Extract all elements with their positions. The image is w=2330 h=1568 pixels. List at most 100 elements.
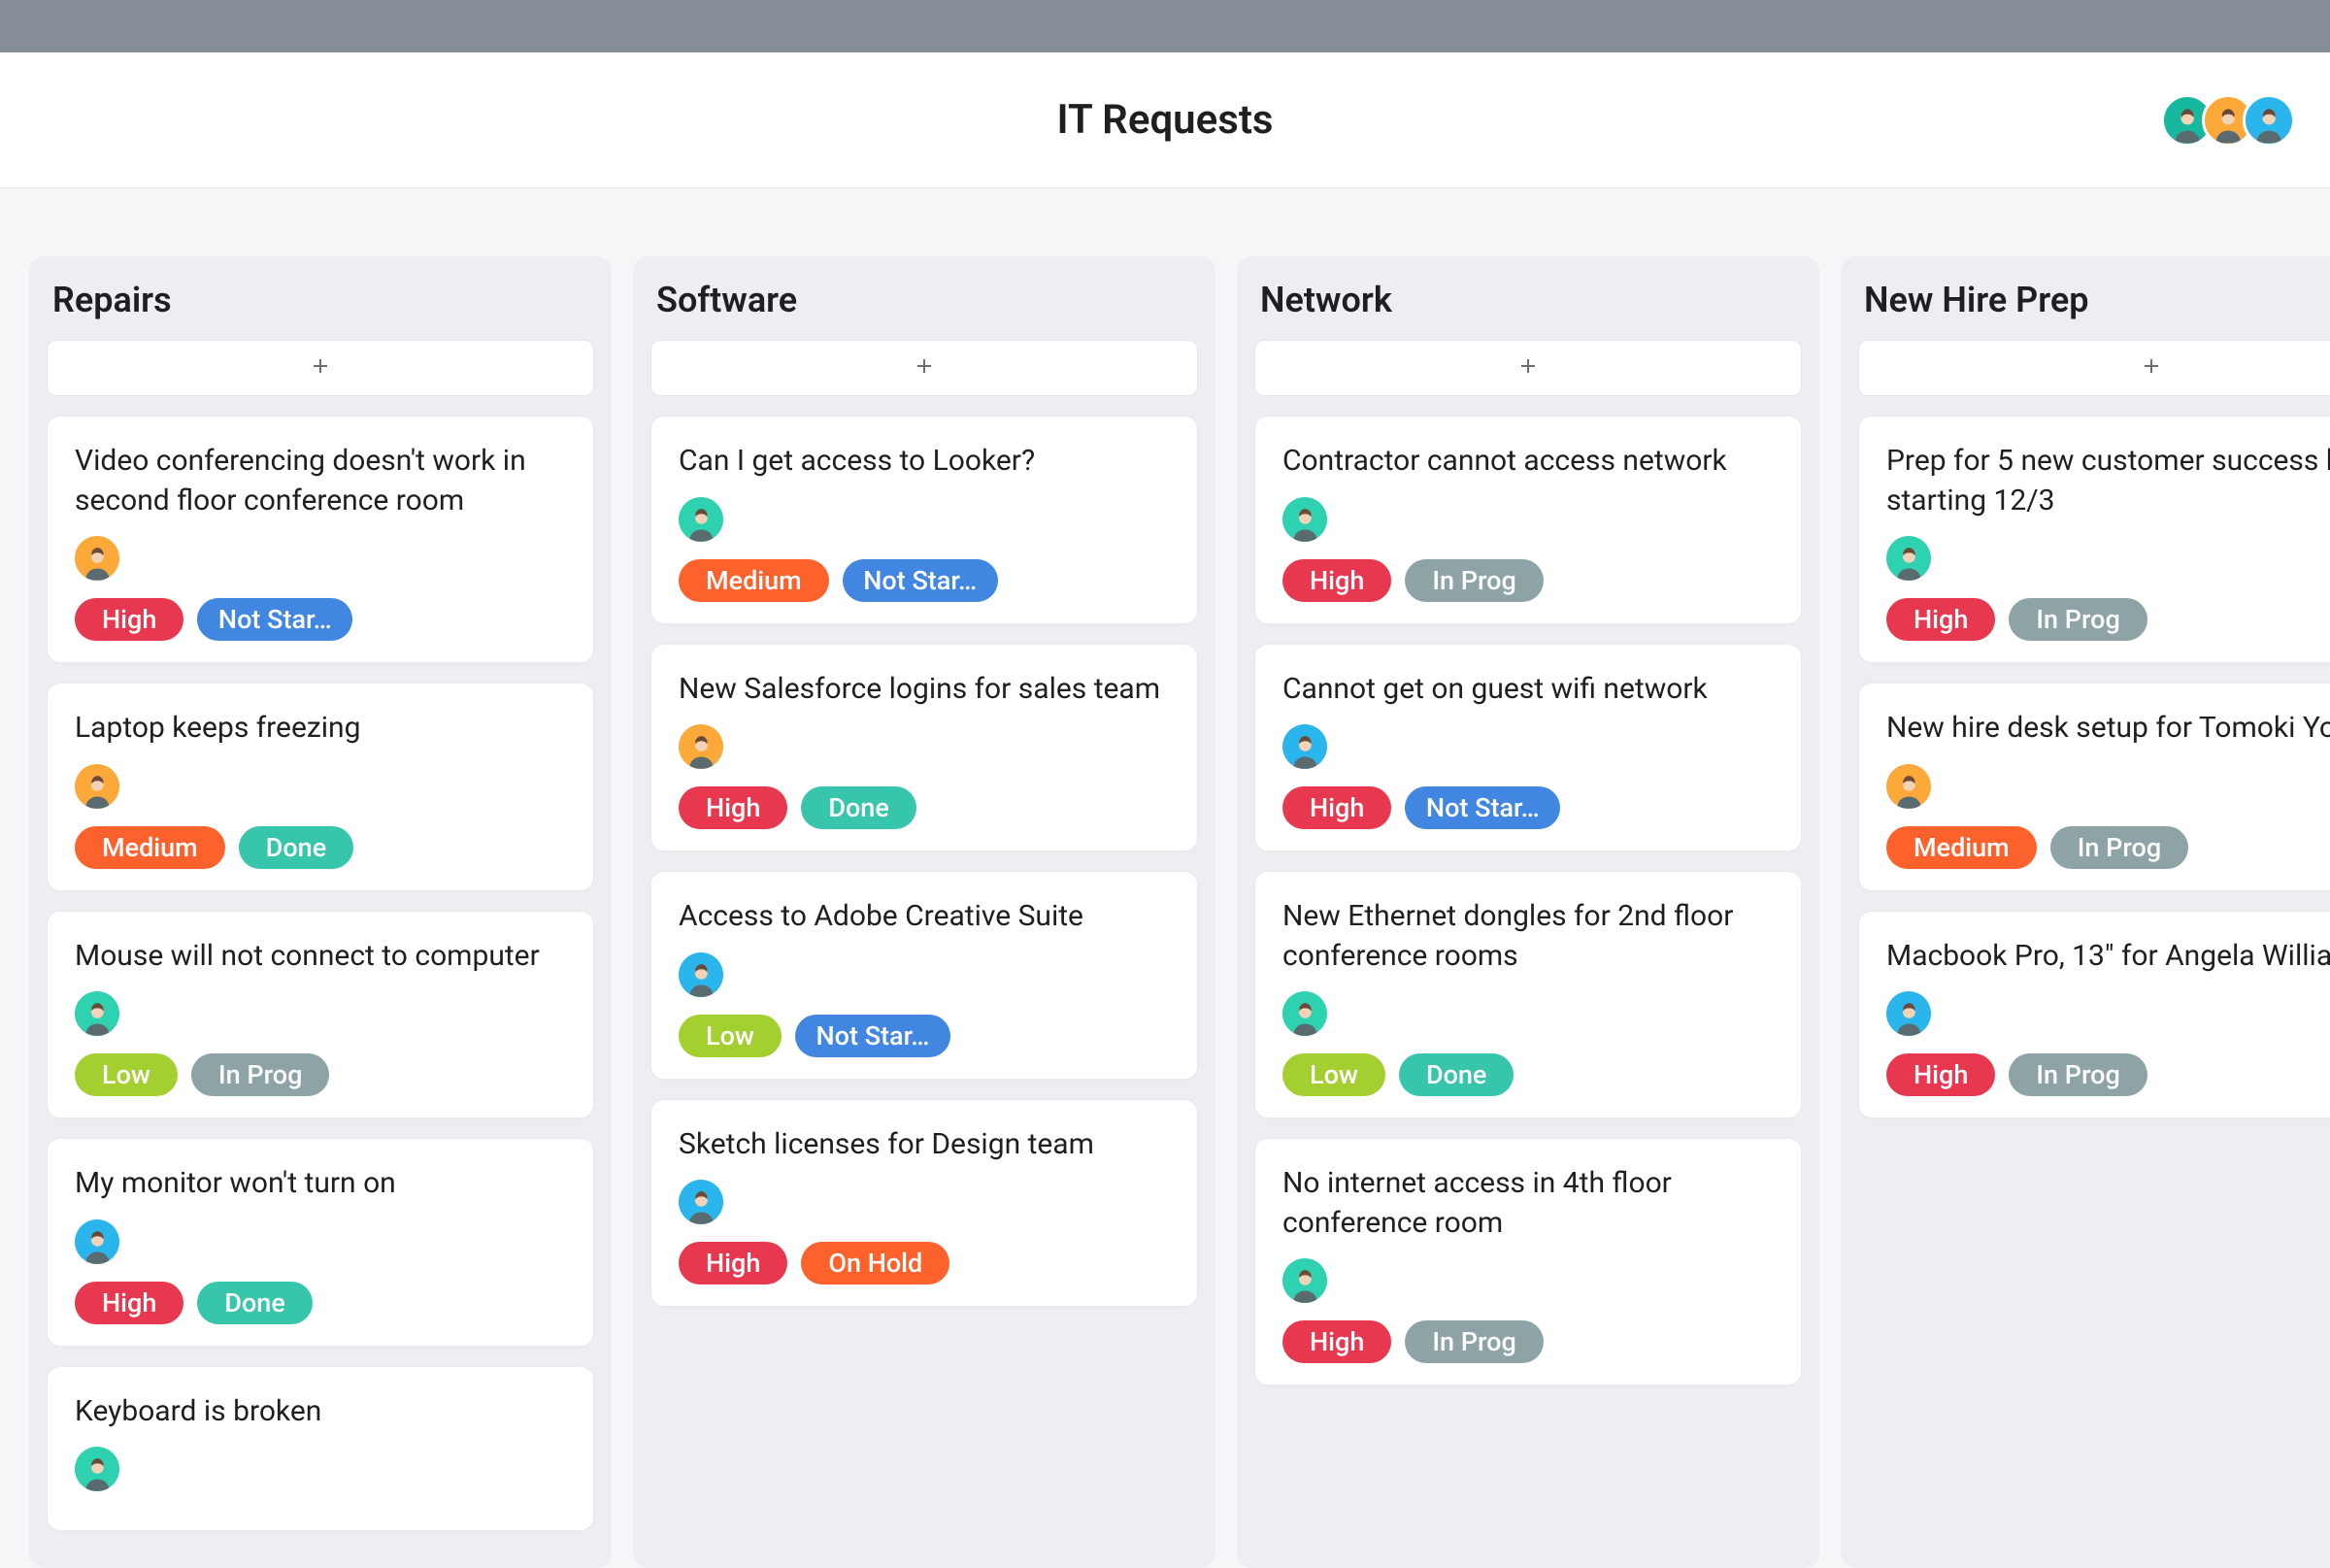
card-title: Keyboard is broken	[75, 1392, 566, 1432]
task-card[interactable]: Can I get access to Looker? Medium Not Sta…	[650, 416, 1198, 624]
card-title: New hire desk setup for Tomoki Yoshida	[1886, 709, 2330, 749]
page-title: IT Requests	[1056, 96, 1273, 144]
collaborator-avatar[interactable]	[2243, 94, 2295, 147]
card-title: Laptop keeps freezing	[75, 709, 566, 749]
column-title: Repairs	[47, 280, 594, 320]
assignee-avatar	[75, 1447, 119, 1491]
add-card-button[interactable]	[47, 340, 594, 396]
assignee-avatar	[1282, 497, 1327, 542]
tag[interactable]: In Prog	[2050, 826, 2188, 869]
tag[interactable]: Low	[679, 1015, 782, 1057]
tag[interactable]: Low	[1282, 1053, 1385, 1096]
tag[interactable]: In Prog	[191, 1053, 329, 1096]
tag[interactable]: Done	[197, 1282, 312, 1324]
tag[interactable]: Done	[239, 826, 353, 869]
board-column: New Hire Prep Prep for 5 new customer suc…	[1841, 256, 2330, 1568]
task-card[interactable]: Sketch licenses for Design team High On Ho…	[650, 1099, 1198, 1308]
tag[interactable]: In Prog	[2009, 1053, 2147, 1096]
card-title: Cannot get on guest wifi network	[1282, 670, 1774, 710]
tag-row: High Not Star…	[75, 598, 566, 641]
card-title: Mouse will not connect to computer	[75, 937, 566, 977]
app-top-bar	[0, 0, 2330, 52]
tag[interactable]: Done	[1399, 1053, 1514, 1096]
card-title: Contractor cannot access network	[1282, 442, 1774, 482]
tag-row: High In Prog	[1282, 559, 1774, 602]
add-card-button[interactable]	[1858, 340, 2330, 396]
tag[interactable]: High	[75, 598, 183, 641]
tag[interactable]: On Hold	[801, 1242, 949, 1284]
tag[interactable]: Low	[75, 1053, 178, 1096]
card-title: New Ethernet dongles for 2nd floor confe…	[1282, 897, 1774, 976]
task-card[interactable]: Mouse will not connect to computer Low In …	[47, 911, 594, 1119]
board-column: SoftwareCan I get access to Looker?Mediu…	[633, 256, 1215, 1568]
card-title: Prep for 5 new customer success hires st…	[1886, 442, 2330, 520]
tag[interactable]: High	[1886, 1053, 1995, 1096]
task-card[interactable]: Prep for 5 new customer success hires st…	[1858, 416, 2330, 663]
tag-row: High In Prog	[1886, 1053, 2330, 1096]
assignee-avatar	[1886, 991, 1931, 1036]
task-card[interactable]: New Salesforce logins for sales team High…	[650, 644, 1198, 852]
task-card[interactable]: Video conferencing doesn't work in secon…	[47, 416, 594, 663]
tag-row: Low Done	[1282, 1053, 1774, 1096]
tag[interactable]: High	[75, 1282, 183, 1324]
tag[interactable]: High	[679, 786, 787, 829]
kanban-board: Repairs Video conferencing doesn't work i…	[0, 188, 2330, 1568]
assignee-avatar	[679, 952, 723, 997]
tag-row: Low Not Star…	[679, 1015, 1170, 1057]
card-title: Macbook Pro, 13" for Angela Williams	[1886, 937, 2330, 977]
board-column: Repairs Video conferencing doesn't work i…	[29, 256, 612, 1568]
task-card[interactable]: Keyboard is broken	[47, 1366, 594, 1532]
task-card[interactable]: New Ethernet dongles for 2nd floor confe…	[1254, 871, 1802, 1118]
task-card[interactable]: New hire desk setup for Tomoki Yoshida Me…	[1858, 683, 2330, 891]
tag-row: High In Prog	[1282, 1320, 1774, 1363]
card-title: Access to Adobe Creative Suite	[679, 897, 1170, 937]
tag[interactable]: High	[1282, 786, 1391, 829]
board-column: NetworkContractor cannot access networkH…	[1237, 256, 1819, 1568]
task-card[interactable]: Macbook Pro, 13" for Angela Williams High…	[1858, 911, 2330, 1119]
task-card[interactable]: No internet access in 4th floor conferen…	[1254, 1138, 1802, 1385]
assignee-avatar	[1282, 724, 1327, 769]
task-card[interactable]: Cannot get on guest wifi network High Not …	[1254, 644, 1802, 852]
card-title: New Salesforce logins for sales team	[679, 670, 1170, 710]
card-title: Can I get access to Looker?	[679, 442, 1170, 482]
task-card[interactable]: My monitor won't turn onHighDone	[47, 1138, 594, 1347]
tag[interactable]: In Prog	[1405, 1320, 1543, 1363]
tag[interactable]: Medium	[75, 826, 225, 869]
tag[interactable]: Not Star…	[843, 559, 998, 602]
tag-row: Medium In Prog	[1886, 826, 2330, 869]
plus-icon	[309, 354, 332, 382]
tag[interactable]: Medium	[679, 559, 829, 602]
column-title: New Hire Prep	[1858, 280, 2330, 320]
tag[interactable]: High	[1282, 1320, 1391, 1363]
tag-row: Medium Done	[75, 826, 566, 869]
tag-row: High Done	[679, 786, 1170, 829]
add-card-button[interactable]	[1254, 340, 1802, 396]
tag[interactable]: Done	[801, 786, 915, 829]
tag[interactable]: Not Star…	[795, 1015, 950, 1057]
page-header: IT Requests	[0, 52, 2330, 188]
card-title: Sketch licenses for Design team	[679, 1125, 1170, 1165]
tag[interactable]: Not Star…	[1405, 786, 1560, 829]
task-card[interactable]: Laptop keeps freezing Medium Done	[47, 683, 594, 891]
assignee-avatar	[679, 497, 723, 542]
card-title: No internet access in 4th floor conferen…	[1282, 1164, 1774, 1243]
tag[interactable]: High	[1282, 559, 1391, 602]
assignee-avatar	[75, 536, 119, 581]
tag[interactable]: Medium	[1886, 826, 2037, 869]
plus-icon	[2140, 354, 2163, 382]
tag[interactable]: In Prog	[2009, 598, 2147, 641]
assignee-avatar	[75, 1219, 119, 1264]
tag-row: High Not Star…	[1282, 786, 1774, 829]
task-card[interactable]: Contractor cannot access network High In P…	[1254, 416, 1802, 624]
task-card[interactable]: Access to Adobe Creative Suite Low Not Sta…	[650, 871, 1198, 1080]
assignee-avatar	[679, 1180, 723, 1224]
card-title: Video conferencing doesn't work in secon…	[75, 442, 566, 520]
tag-row: Low In Prog	[75, 1053, 566, 1096]
tag[interactable]: In Prog	[1405, 559, 1543, 602]
assignee-avatar	[1886, 764, 1931, 809]
tag[interactable]: Not Star…	[197, 598, 352, 641]
assignee-avatar	[1886, 536, 1931, 581]
add-card-button[interactable]	[650, 340, 1198, 396]
tag[interactable]: High	[679, 1242, 787, 1284]
tag[interactable]: High	[1886, 598, 1995, 641]
